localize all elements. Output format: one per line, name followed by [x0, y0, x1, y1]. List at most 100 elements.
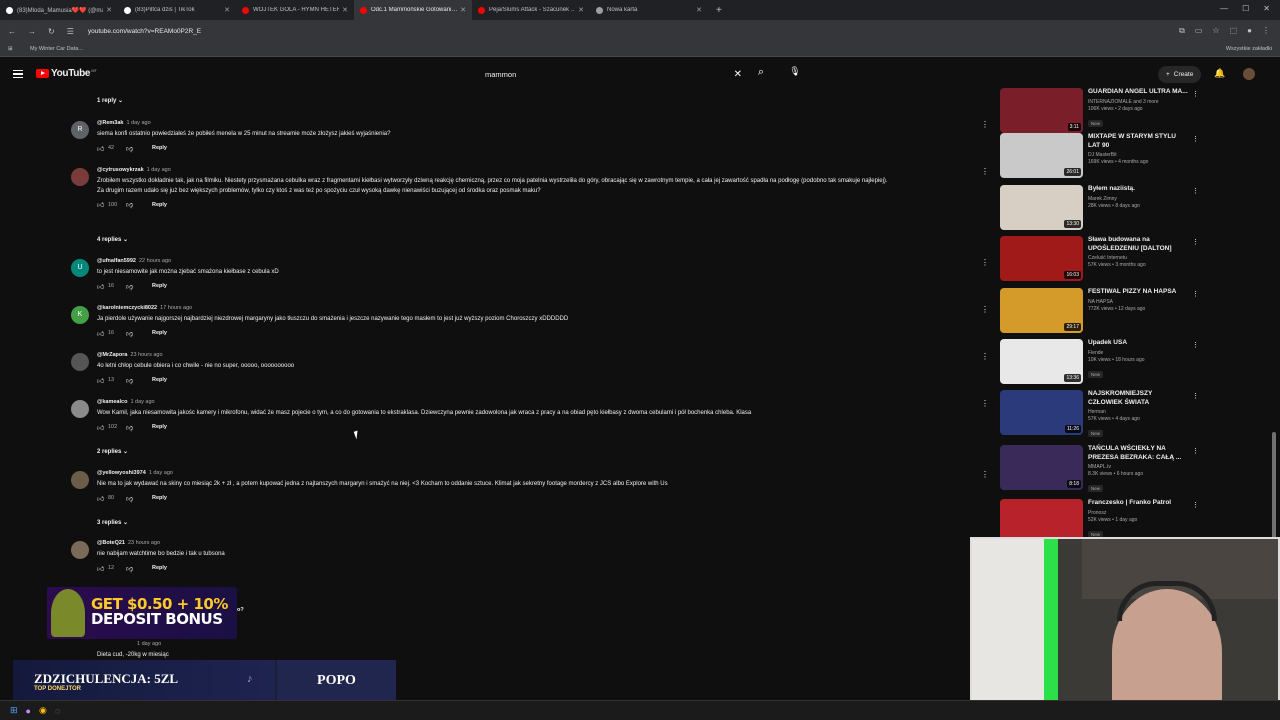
- commenter-avatar[interactable]: R: [71, 121, 89, 139]
- comment-menu-icon[interactable]: ⋮: [981, 352, 989, 361]
- reply-button[interactable]: Reply: [152, 202, 167, 208]
- url-field[interactable]: youtube.com/watch?v=REAMo0P2R_E: [88, 28, 201, 35]
- comment-author[interactable]: @MrZapora: [97, 352, 127, 358]
- profile-icon[interactable]: ●: [1247, 26, 1252, 36]
- video-title[interactable]: Upadek USA: [1088, 339, 1188, 348]
- browser-tab[interactable]: Peja/Slums Attack - Szacunek … ✕: [472, 0, 590, 20]
- close-tab-icon[interactable]: ✕: [342, 6, 348, 14]
- commenter-avatar[interactable]: [71, 541, 89, 559]
- site-info-icon[interactable]: ☰: [67, 27, 74, 36]
- translate-icon[interactable]: ⧉: [1179, 26, 1185, 36]
- windows-start-icon[interactable]: ⊞: [10, 705, 18, 716]
- related-video[interactable]: 16:03 Sława budowana na UPOŚLEDZENIU [DA…: [1000, 236, 1205, 284]
- commenter-avatar[interactable]: U: [71, 259, 89, 277]
- comment-menu-icon[interactable]: ⋮: [981, 258, 989, 267]
- related-video[interactable]: 13:30 Byłem naziistą. Marek Zimny 28K vi…: [1000, 185, 1205, 233]
- video-thumbnail[interactable]: 8:18: [1000, 445, 1083, 490]
- channel-name[interactable]: Pronosz: [1088, 510, 1106, 516]
- reply-button[interactable]: Reply: [152, 424, 167, 430]
- comment-time[interactable]: 23 hours ago: [130, 352, 162, 358]
- video-thumbnail[interactable]: 13:36: [1000, 339, 1083, 384]
- comment-author[interactable]: @BoteQ21: [97, 540, 125, 546]
- comment-author[interactable]: @karolniemczycki8022: [97, 305, 157, 311]
- comment-time[interactable]: 22 hours ago: [139, 258, 171, 264]
- related-video[interactable]: 8:18 TAŃCULA WŚCIEKŁY NA PREZESA BEZRAKA…: [1000, 445, 1205, 493]
- maximize-icon[interactable]: ☐: [1242, 4, 1249, 13]
- comment-author[interactable]: @Rem3ak: [97, 120, 123, 126]
- apps-icon[interactable]: ⊞: [8, 46, 13, 52]
- channel-name[interactable]: DJ MasterBit: [1088, 152, 1117, 158]
- dislike-icon[interactable]: 👎︎: [126, 494, 152, 503]
- commenter-avatar[interactable]: [71, 353, 89, 371]
- search-box[interactable]: mammon ✕: [478, 65, 746, 84]
- cast-icon[interactable]: ▭: [1195, 26, 1203, 36]
- comment-time[interactable]: 1 day ago: [147, 167, 171, 173]
- video-menu-icon[interactable]: ⋮: [1192, 447, 1199, 455]
- view-replies-button[interactable]: 1 reply ⌄: [97, 97, 123, 104]
- notifications-bell-icon[interactable]: 🔔: [1214, 68, 1225, 79]
- browser-tab[interactable]: (83)Mloda_Mamusia❤️❤️ (@ma… ✕: [0, 0, 118, 20]
- search-input[interactable]: mammon: [478, 70, 734, 79]
- channel-name[interactable]: MMAPL.tv: [1088, 464, 1111, 470]
- video-title[interactable]: MIXTAPE W STARYM STYLU LAT 90: [1088, 133, 1188, 150]
- video-thumbnail[interactable]: 16:03: [1000, 236, 1083, 281]
- youtube-logo[interactable]: YouTube MT: [36, 68, 97, 79]
- video-menu-icon[interactable]: ⋮: [1192, 90, 1199, 98]
- menu-icon[interactable]: ⋮: [1262, 26, 1270, 36]
- dislike-icon[interactable]: 👎︎: [126, 200, 152, 209]
- dislike-icon[interactable]: 👎︎: [126, 329, 152, 338]
- video-menu-icon[interactable]: ⋮: [1192, 290, 1199, 298]
- close-tab-icon[interactable]: ✕: [224, 6, 230, 14]
- like-icon[interactable]: 👍︎: [97, 200, 106, 209]
- close-tab-icon[interactable]: ✕: [696, 6, 702, 14]
- comment-time[interactable]: 17 hours ago: [160, 305, 192, 311]
- video-title[interactable]: NAJSKROMNIEJSZY CZŁOWIEK ŚWIATA: [1088, 390, 1188, 407]
- comment-time[interactable]: 1 day ago: [126, 120, 150, 126]
- video-thumbnail[interactable]: 29:17: [1000, 288, 1083, 333]
- commenter-avatar[interactable]: K: [71, 306, 89, 324]
- video-menu-icon[interactable]: ⋮: [1192, 392, 1199, 400]
- app-icon[interactable]: ◌: [55, 706, 60, 716]
- related-video[interactable]: 29:17 FESTIWAL PIZZY NA HAPSA NA HAPSA 7…: [1000, 288, 1205, 336]
- video-title[interactable]: Byłem naziistą.: [1088, 185, 1188, 194]
- video-menu-icon[interactable]: ⋮: [1192, 501, 1199, 509]
- dislike-icon[interactable]: 👎︎: [126, 376, 152, 385]
- comment-author[interactable]: @kamealco: [97, 399, 127, 405]
- channel-name[interactable]: NA HAPSA: [1088, 299, 1113, 305]
- related-video[interactable]: 13:36 Upadek USA Fiende 10K views • 18 h…: [1000, 339, 1205, 387]
- browser-tab[interactable]: WOJTEK GOLA - HYMN HETER… ✕: [236, 0, 354, 20]
- like-icon[interactable]: 👍︎: [97, 423, 106, 432]
- dislike-icon[interactable]: 👎︎: [126, 282, 152, 291]
- video-thumbnail[interactable]: 13:30: [1000, 185, 1083, 230]
- create-button[interactable]: + Create: [1158, 66, 1202, 83]
- microphone-icon[interactable]: 🎙: [787, 66, 803, 82]
- like-icon[interactable]: 👍︎: [97, 564, 106, 573]
- view-replies-button[interactable]: 4 replies ⌄: [97, 236, 128, 243]
- clear-search-icon[interactable]: ✕: [734, 69, 742, 80]
- channel-name[interactable]: Fiende: [1088, 350, 1103, 356]
- like-icon[interactable]: 👍︎: [97, 144, 106, 153]
- comment-menu-icon[interactable]: ⋮: [981, 167, 989, 176]
- reply-button[interactable]: Reply: [152, 377, 167, 383]
- video-title[interactable]: Sława budowana na UPOŚLEDZENIU [DALTON]: [1088, 236, 1188, 253]
- all-bookmarks[interactable]: Wszystkie zakładki: [1226, 46, 1272, 52]
- page-scrollbar[interactable]: [1272, 432, 1276, 552]
- comment-author[interactable]: @ufnalfan5992: [97, 258, 136, 264]
- minimize-icon[interactable]: —: [1220, 4, 1228, 13]
- video-menu-icon[interactable]: ⋮: [1192, 341, 1199, 349]
- video-title[interactable]: Franczesko | Franko Patrol: [1088, 499, 1188, 508]
- comment-menu-icon[interactable]: ⋮: [981, 399, 989, 408]
- comment-menu-icon[interactable]: ⋮: [981, 120, 989, 129]
- view-replies-button[interactable]: 2 replies ⌄: [97, 448, 128, 455]
- reply-button[interactable]: Reply: [152, 495, 167, 501]
- app-icon[interactable]: ●: [26, 706, 31, 716]
- reload-icon[interactable]: ↻: [48, 27, 55, 36]
- comment-author[interactable]: @cytrusowykrzak: [97, 167, 144, 173]
- reply-button[interactable]: Reply: [152, 145, 167, 151]
- like-icon[interactable]: 👍︎: [97, 376, 106, 385]
- bookmark-star-icon[interactable]: ☆: [1212, 26, 1219, 36]
- comment-time[interactable]: 1 day ago: [130, 399, 154, 405]
- video-menu-icon[interactable]: ⋮: [1192, 187, 1199, 195]
- video-title[interactable]: TAŃCULA WŚCIEKŁY NA PREZESA BEZRAKA: CAŁ…: [1088, 445, 1188, 462]
- video-title[interactable]: FESTIWAL PIZZY NA HAPSA: [1088, 288, 1188, 297]
